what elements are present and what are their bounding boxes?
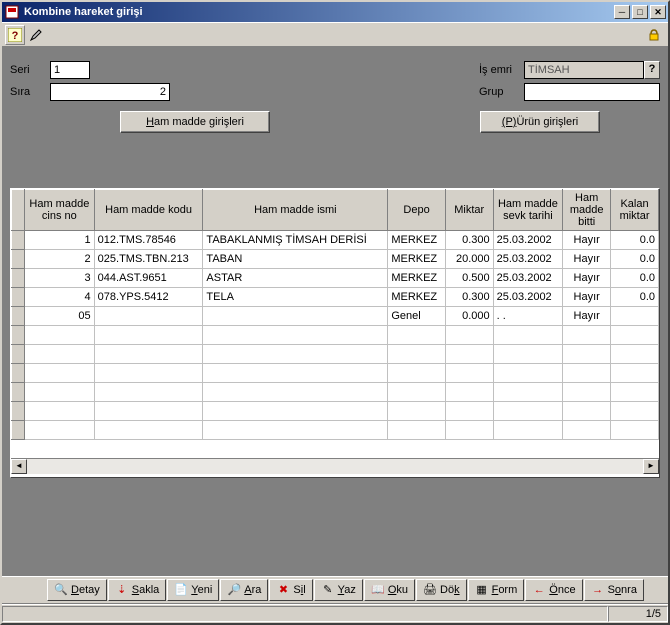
- once-button[interactable]: ←Önce: [525, 579, 582, 601]
- scroll-left-button[interactable]: ◄: [11, 459, 27, 474]
- grup-label: Grup: [479, 86, 524, 98]
- svg-text:?: ?: [12, 30, 19, 42]
- scroll-right-button[interactable]: ►: [643, 459, 659, 474]
- table-row[interactable]: 4 078.YPS.5412 TELA MERKEZ 0.300 25.03.2…: [12, 288, 659, 307]
- col-miktar[interactable]: Miktar: [445, 190, 493, 231]
- main-panel: Seri İş emri ? Sıra Grup Ham madde giriş…: [2, 47, 668, 575]
- maximize-button[interactable]: □: [632, 5, 648, 19]
- action-toolbar: 🔍Detay ⇣Sakla 📄Yeni 🔎Ara ✖Sil ✎Yaz 📖Oku …: [2, 575, 668, 603]
- isemri-label: İş emri: [479, 64, 524, 76]
- detay-button[interactable]: 🔍Detay: [47, 579, 107, 601]
- horizontal-scrollbar[interactable]: ◄ ►: [11, 458, 659, 474]
- table-row[interactable]: [12, 364, 659, 383]
- col-cins-no[interactable]: Ham madde cins no: [25, 190, 95, 231]
- col-bitti[interactable]: Ham madde bitti: [563, 190, 611, 231]
- app-icon: [4, 4, 20, 20]
- col-sevk[interactable]: Ham madde sevk tarihi: [493, 190, 563, 231]
- yaz-button[interactable]: ✎Yaz: [314, 579, 363, 601]
- form-button[interactable]: ▦Form: [468, 579, 525, 601]
- col-depo[interactable]: Depo: [388, 190, 445, 231]
- titlebar: Kombine hareket girişi ─ □ ✕: [2, 2, 668, 22]
- help-icon[interactable]: ?: [5, 25, 25, 45]
- table-row[interactable]: 2 025.TMS.TBN.213 TABAN MERKEZ 20.000 25…: [12, 250, 659, 269]
- oku-button[interactable]: 📖Oku: [364, 579, 415, 601]
- table-row[interactable]: 1 012.TMS.78546 TABAKLANMIŞ TİMSAH DERİS…: [12, 231, 659, 250]
- seri-input[interactable]: [50, 61, 90, 79]
- table-row[interactable]: [12, 421, 659, 440]
- sakla-button[interactable]: ⇣Sakla: [108, 579, 167, 601]
- ham-madde-button[interactable]: Ham madde girişleri: [120, 111, 270, 133]
- sira-input[interactable]: [50, 83, 170, 101]
- col-kalan[interactable]: Kalan miktar: [611, 190, 659, 231]
- table-row[interactable]: 05 Genel 0.000 . . Hayır: [12, 307, 659, 326]
- lock-icon[interactable]: [644, 25, 664, 45]
- seri-label: Seri: [10, 64, 50, 76]
- col-kodu[interactable]: Ham madde kodu: [94, 190, 203, 231]
- top-toolbar: ?: [2, 22, 668, 47]
- window-title: Kombine hareket girişi: [24, 6, 612, 18]
- table-row[interactable]: [12, 345, 659, 364]
- table-row[interactable]: [12, 383, 659, 402]
- isemri-input[interactable]: [524, 61, 644, 79]
- statusbar: 1/5: [2, 603, 668, 623]
- table-row[interactable]: [12, 326, 659, 345]
- table-row[interactable]: [12, 402, 659, 421]
- sira-label: Sıra: [10, 86, 50, 98]
- table-row[interactable]: 3 044.AST.9651 ASTAR MERKEZ 0.500 25.03.…: [12, 269, 659, 288]
- data-grid[interactable]: Ham madde cins no Ham madde kodu Ham mad…: [10, 188, 660, 478]
- sonra-button[interactable]: →Sonra: [584, 579, 644, 601]
- close-button[interactable]: ✕: [650, 5, 666, 19]
- edit-icon[interactable]: [26, 25, 46, 45]
- urun-button[interactable]: (P)Ürün girişleri: [480, 111, 600, 133]
- ara-button[interactable]: 🔎Ara: [220, 579, 268, 601]
- minimize-button[interactable]: ─: [614, 5, 630, 19]
- col-ismi[interactable]: Ham madde ismi: [203, 190, 388, 231]
- grup-input[interactable]: [524, 83, 660, 101]
- isemri-lookup-button[interactable]: ?: [644, 61, 660, 79]
- yeni-button[interactable]: 📄Yeni: [167, 579, 219, 601]
- sil-button[interactable]: ✖Sil: [269, 579, 312, 601]
- status-position: 1/5: [608, 606, 668, 622]
- dok-button[interactable]: 🖨Dök: [416, 579, 467, 601]
